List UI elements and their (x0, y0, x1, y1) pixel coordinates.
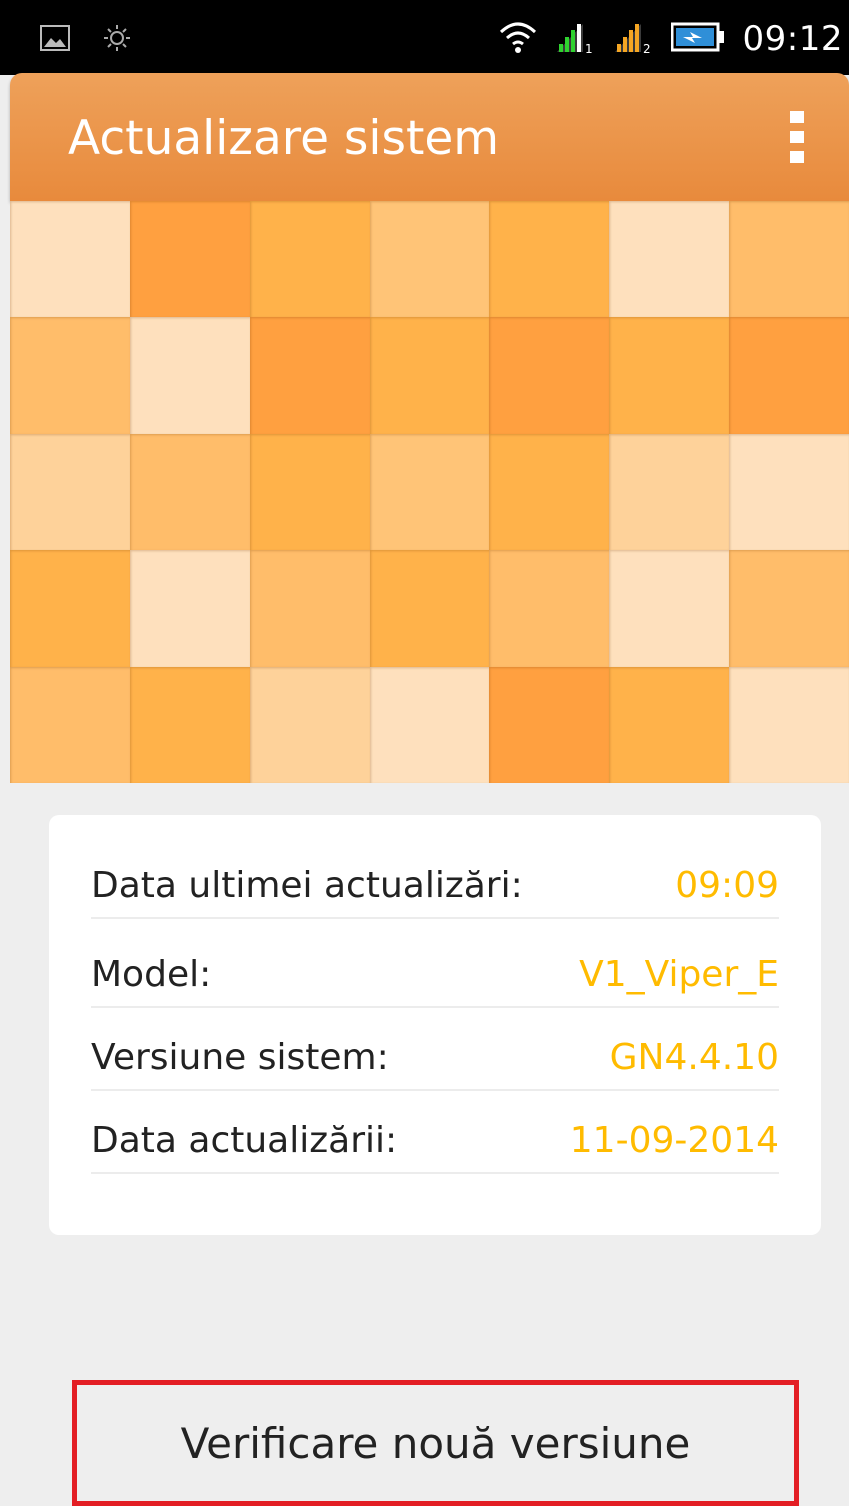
signal-sim1-icon: 1 (555, 20, 595, 58)
mosaic-tile (129, 433, 250, 551)
brightness-icon (104, 25, 130, 55)
page-title: Actualizare sistem (68, 111, 500, 166)
app-bar: Actualizare sistem (10, 73, 849, 201)
mosaic-tile (489, 666, 610, 783)
check-new-version-button[interactable]: Verificare nouă versiune (72, 1380, 799, 1506)
mosaic-tile (129, 666, 250, 783)
svg-text:1: 1 (585, 42, 593, 54)
mosaic-tile (10, 666, 130, 783)
mosaic-tile (729, 550, 849, 667)
mosaic-tile (609, 433, 730, 551)
mosaic-tile (249, 433, 370, 551)
mosaic-tile (249, 550, 370, 667)
mosaic-tile (729, 201, 849, 318)
info-row-update-date: Data actualizării: 11-09-2014 (91, 1108, 779, 1174)
info-label: Versiune sistem: (91, 1036, 389, 1078)
mosaic-tile (369, 201, 490, 318)
mosaic-tile (609, 666, 730, 783)
mosaic-tile (249, 317, 370, 434)
mosaic-tile (129, 201, 250, 318)
svg-text:2: 2 (643, 42, 651, 54)
mosaic-tile (729, 433, 849, 551)
info-row-last-update: Data ultimei actualizări: 09:09 (91, 853, 779, 919)
mosaic-tile (609, 550, 730, 667)
info-label: Model: (91, 953, 212, 995)
mosaic-tile (129, 317, 250, 434)
mosaic-tile (249, 201, 370, 318)
info-value: GN4.4.10 (609, 1036, 779, 1078)
battery-charging-icon (670, 22, 725, 56)
mosaic-tile (369, 666, 490, 783)
decorative-mosaic-banner (10, 201, 849, 783)
mosaic-tile (729, 666, 849, 783)
mosaic-tile (10, 433, 130, 551)
system-info-card: Data ultimei actualizări: 09:09 Model: V… (49, 815, 821, 1235)
mosaic-tile (729, 317, 849, 434)
info-row-model: Model: V1_Viper_E (91, 942, 779, 1008)
signal-sim2-icon: 2 (613, 20, 653, 58)
mosaic-tile (489, 201, 610, 318)
info-row-system-version: Versiune sistem: GN4.4.10 (91, 1025, 779, 1091)
info-value: 11-09-2014 (569, 1119, 779, 1161)
info-label: Data actualizării: (91, 1119, 398, 1161)
mosaic-tile (609, 317, 730, 434)
info-label: Data ultimei actualizări: (91, 864, 523, 906)
check-new-version-label: Verificare nouă versiune (180, 1418, 691, 1468)
wifi-icon (499, 20, 537, 58)
mosaic-tile (489, 550, 610, 667)
mosaic-tile (489, 317, 610, 434)
overflow-menu-icon[interactable] (790, 111, 804, 163)
info-value: V1_Viper_E (579, 953, 779, 995)
mosaic-tile (369, 433, 490, 551)
info-value: 09:09 (675, 864, 779, 906)
mosaic-tile (10, 317, 130, 434)
mosaic-tile (369, 550, 490, 667)
mosaic-tile (489, 433, 610, 551)
mosaic-tile (369, 317, 490, 434)
mosaic-tile (609, 201, 730, 318)
image-notification-icon (40, 25, 70, 55)
mosaic-tile (10, 550, 130, 667)
status-bar: 1 2 09:12 (0, 0, 849, 75)
mosaic-tile (129, 550, 250, 667)
status-time: 09:12 (742, 19, 843, 59)
mosaic-tile (10, 201, 130, 318)
mosaic-tile (249, 666, 370, 783)
